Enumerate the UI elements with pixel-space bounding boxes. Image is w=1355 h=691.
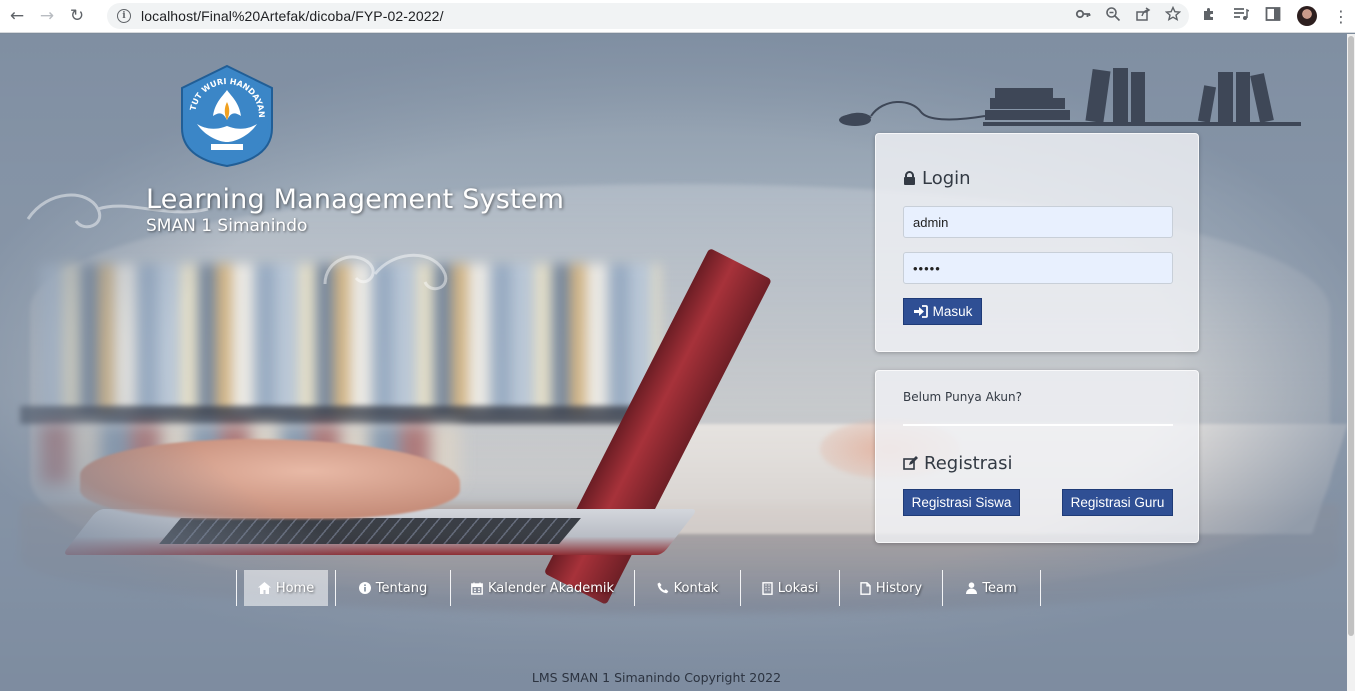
page-scrollbar[interactable]: [1347, 34, 1355, 691]
menu-item-label: History: [875, 580, 923, 596]
menu-item-kontak[interactable]: Kontak: [635, 570, 741, 606]
menu-item-label: Kalender Akademik: [487, 580, 615, 596]
menu-item-label: Tentang: [375, 580, 428, 596]
star-icon[interactable]: [1164, 5, 1182, 26]
divider: [903, 424, 1173, 426]
login-heading: Login: [903, 168, 971, 189]
registrasi-siswa-button[interactable]: Registrasi Siswa: [903, 489, 1020, 516]
copyright-text: LMS SMAN 1 Simanindo Copyright 2022: [531, 670, 782, 685]
puzzle-icon[interactable]: [1201, 6, 1217, 26]
menu-item-kalender-akademik[interactable]: Kalender Akademik: [451, 570, 635, 606]
username-input[interactable]: [903, 206, 1173, 238]
browser-toolbar: ← → ↻ i localhost/Final%20Artefak/dicoba…: [0, 0, 1355, 33]
reload-icon[interactable]: ↻: [64, 3, 90, 29]
file-icon: [860, 581, 871, 595]
home-icon: [257, 582, 271, 594]
no-account-text: Belum Punya Akun?: [903, 390, 1022, 404]
arrow-right-icon[interactable]: →: [34, 3, 60, 29]
registration-panel: Belum Punya Akun? Registrasi Registrasi …: [875, 370, 1199, 543]
swirl-ornament-center: [323, 253, 448, 291]
books-illustration: [839, 68, 1301, 126]
menu-item-lokasi[interactable]: Lokasi: [741, 570, 840, 606]
masuk-button[interactable]: Masuk: [903, 298, 982, 325]
login-panel: Login Masuk: [875, 133, 1199, 352]
menu-item-label: Kontak: [673, 580, 719, 596]
main-menu: Home Tentang Kalender Akademik Kontak Lo…: [236, 570, 1041, 606]
sign-in-icon: [913, 305, 928, 318]
info-icon[interactable]: i: [117, 9, 131, 23]
omnibox-actions: [1075, 3, 1182, 29]
menu-item-history[interactable]: History: [840, 570, 943, 606]
url-text[interactable]: localhost/Final%20Artefak/dicoba/FYP-02-…: [141, 8, 444, 24]
password-input[interactable]: [903, 252, 1173, 284]
phone-icon: [657, 582, 668, 594]
menu-item-team[interactable]: Team: [943, 570, 1041, 606]
key-icon[interactable]: [1075, 6, 1091, 26]
info-icon: [358, 582, 371, 594]
scrollbar-thumb[interactable]: [1348, 36, 1354, 636]
registration-heading-text: Registrasi: [924, 453, 1013, 474]
lock-icon: [904, 171, 915, 185]
edit-icon: [903, 456, 918, 470]
masuk-button-label: Masuk: [932, 304, 973, 319]
page-subtitle: SMAN 1 Simanindo: [146, 216, 308, 236]
kebab-menu-icon[interactable]: ⋮: [1333, 7, 1349, 26]
playlist-icon[interactable]: [1233, 6, 1250, 26]
building-icon: [761, 581, 773, 595]
menu-item-label: Lokasi: [777, 580, 819, 596]
login-heading-text: Login: [922, 168, 971, 189]
zoom-icon[interactable]: [1105, 6, 1121, 26]
calendar-icon: [471, 582, 483, 595]
address-bar[interactable]: i localhost/Final%20Artefak/dicoba/FYP-0…: [107, 3, 1189, 29]
arrow-left-icon[interactable]: ←: [4, 3, 30, 29]
page-title: Learning Management System: [146, 184, 565, 215]
share-icon[interactable]: [1135, 6, 1151, 26]
menu-item-label: Team: [982, 580, 1017, 596]
menu-item-tentang[interactable]: Tentang: [336, 570, 451, 606]
tut-wuri-handayani-logo: TUT WURI HANDAYANI: [175, 64, 273, 168]
footer: LMS SMAN 1 Simanindo Copyright 2022: [0, 670, 1313, 685]
menu-item-label: Home: [275, 580, 315, 596]
side-panel-icon[interactable]: [1265, 6, 1281, 26]
registration-heading: Registrasi: [903, 453, 1012, 474]
extension-area: ⋮: [1201, 3, 1349, 29]
menu-item-home[interactable]: Home: [237, 570, 336, 606]
profile-avatar[interactable]: [1297, 6, 1317, 26]
user-icon: [966, 582, 978, 594]
registrasi-guru-button[interactable]: Registrasi Guru: [1062, 489, 1173, 516]
